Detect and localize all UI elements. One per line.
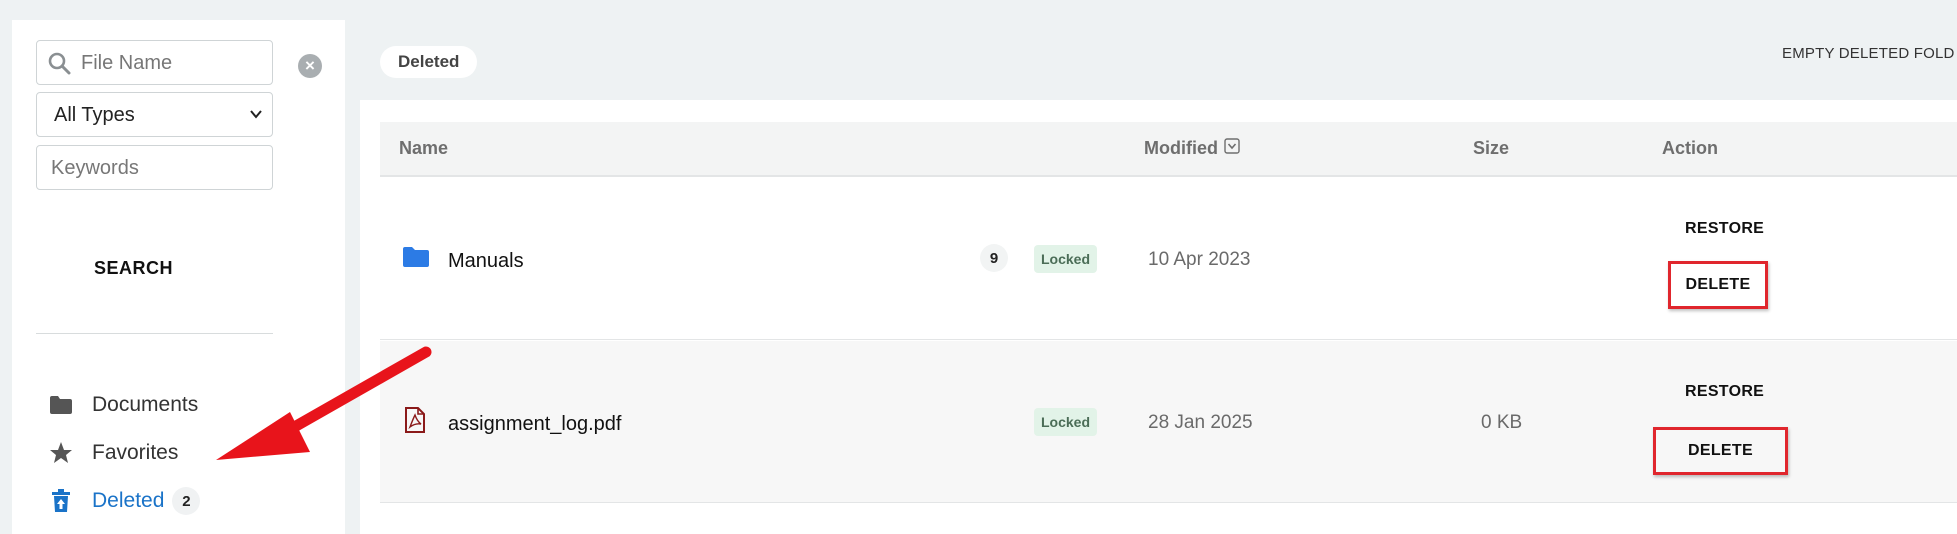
search-button[interactable]: SEARCH <box>94 258 173 279</box>
status-badge: Locked <box>1034 245 1098 273</box>
table-row[interactable]: assignment_log.pdf Locked 28 Jan 2025 0 … <box>380 341 1957 503</box>
modified-date: 10 Apr 2023 <box>1148 249 1251 270</box>
restore-button[interactable]: RESTORE <box>1685 220 1764 238</box>
column-header-action: Action <box>1662 138 1718 158</box>
modified-date: 28 Jan 2025 <box>1148 412 1253 433</box>
column-header-modified[interactable]: Modified <box>1144 138 1240 159</box>
item-count-badge: 9 <box>980 244 1008 272</box>
search-icon <box>47 51 71 80</box>
clear-icon[interactable]: × <box>298 54 322 78</box>
annotation-arrow <box>200 340 440 475</box>
file-name[interactable]: assignment_log.pdf <box>448 413 621 436</box>
type-select-value: All Types <box>54 104 135 126</box>
file-name-search-field[interactable] <box>36 40 273 85</box>
status-badge: Locked <box>1034 408 1098 436</box>
type-select[interactable]: All Types <box>36 92 273 137</box>
file-name-input[interactable] <box>81 49 261 77</box>
column-header-modified-label: Modified <box>1144 138 1218 158</box>
table-header: Name Modified Size Action <box>380 122 1957 177</box>
column-header-name[interactable]: Name <box>399 138 448 159</box>
deleted-count-badge: 2 <box>172 487 201 515</box>
folder-icon <box>48 392 74 418</box>
keywords-input[interactable] <box>51 154 261 182</box>
keywords-field[interactable] <box>36 145 273 190</box>
sidebar-divider <box>36 333 273 334</box>
sidebar-item-documents[interactable]: Documents <box>48 390 198 420</box>
folder-icon <box>402 246 430 273</box>
sort-down-icon[interactable] <box>1224 138 1240 159</box>
sidebar-item-label: Deleted <box>92 489 165 512</box>
column-header-size[interactable]: Size <box>1473 138 1509 159</box>
empty-deleted-folder-button[interactable]: EMPTY DELETED FOLD <box>1782 45 1955 62</box>
sidebar-item-label: Documents <box>92 393 199 416</box>
sidebar-item-deleted[interactable]: Deleted 2 <box>48 486 201 516</box>
breadcrumb: Deleted <box>380 46 478 78</box>
sidebar-item-favorites[interactable]: Favorites <box>48 438 178 468</box>
file-size: 0 KB <box>1481 412 1523 433</box>
trash-restore-icon <box>48 488 74 514</box>
sidebar-item-label: Favorites <box>92 441 179 464</box>
table-row[interactable]: Manuals 9 Locked 10 Apr 2023 RESTORE DEL… <box>380 178 1957 340</box>
chevron-down-icon <box>248 106 264 127</box>
file-name[interactable]: Manuals <box>448 250 524 273</box>
delete-button[interactable]: DELETE <box>1668 261 1768 309</box>
restore-button[interactable]: RESTORE <box>1685 383 1764 401</box>
delete-button[interactable]: DELETE <box>1653 427 1788 475</box>
star-icon <box>48 440 74 466</box>
